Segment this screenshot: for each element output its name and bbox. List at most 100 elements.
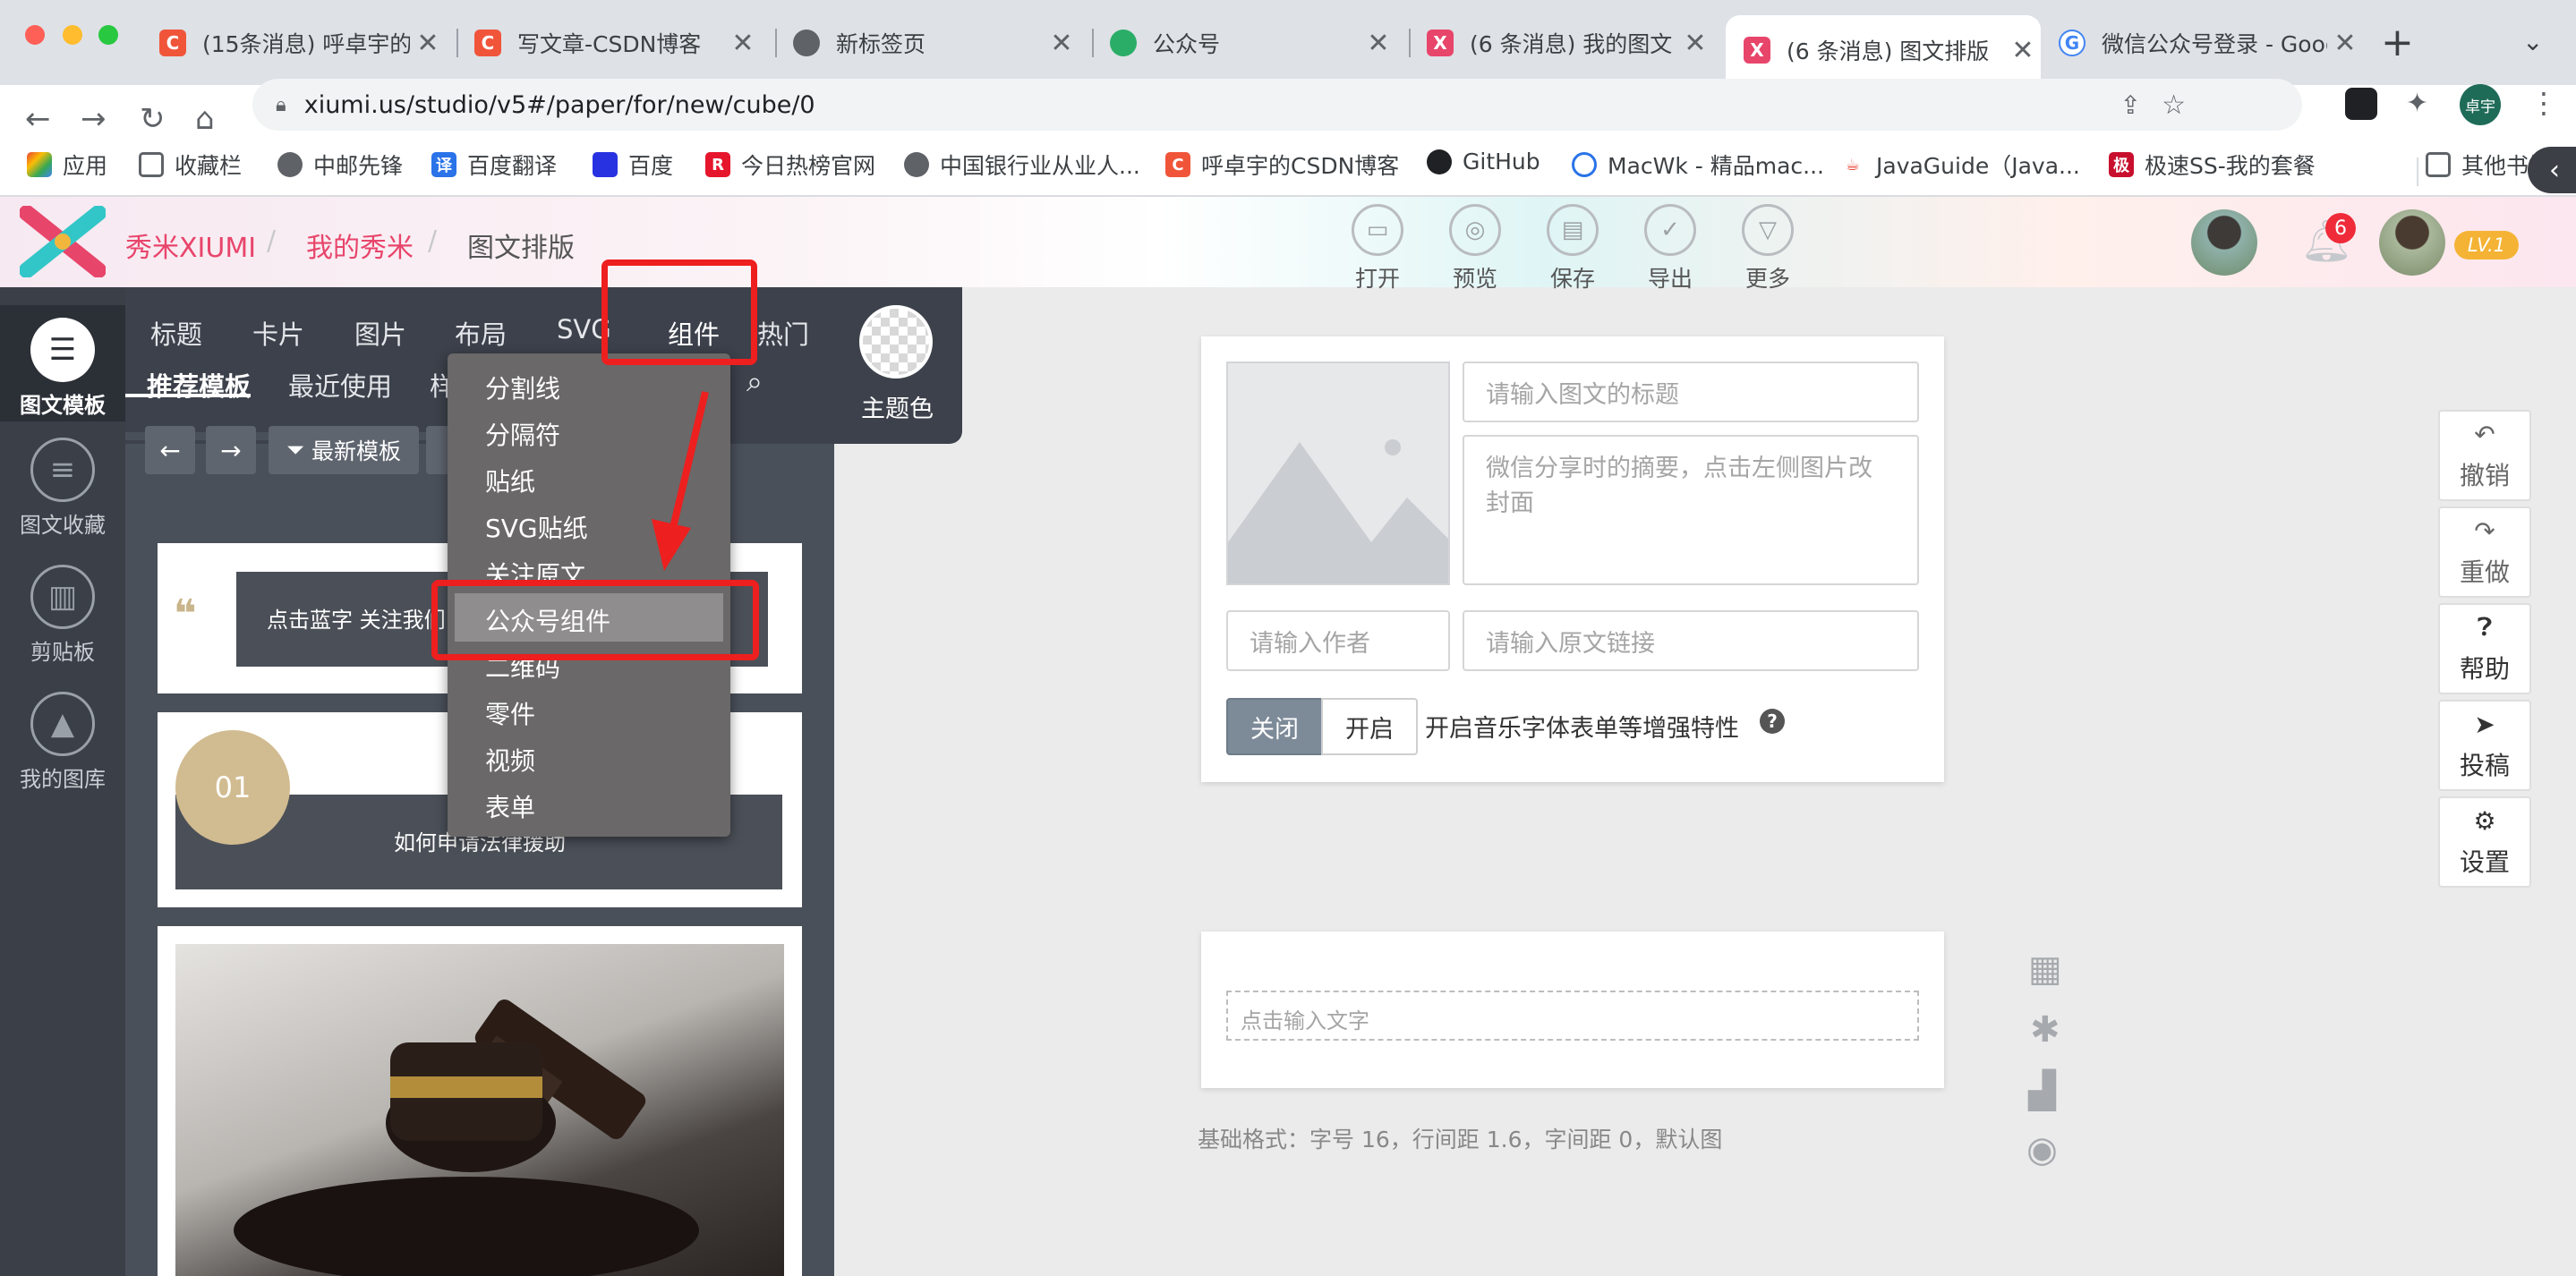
close-tab-icon[interactable]: ✕ bbox=[1044, 28, 1079, 59]
next-arrow-icon[interactable]: → bbox=[206, 426, 256, 474]
bookmark-star-icon[interactable]: ☆ bbox=[2162, 89, 2186, 121]
bookmark-item[interactable]: C 呼卓宇的CSDN博客 bbox=[1165, 149, 1399, 181]
browser-tab-active[interactable]: X (6 条消息) 图文排版 ✕ bbox=[1726, 15, 2041, 85]
text-input-area[interactable]: 点击输入文字 bbox=[1226, 991, 1919, 1041]
search-icon[interactable]: ⌕ bbox=[746, 364, 763, 399]
bookmark-item[interactable]: 译百度翻译 bbox=[431, 149, 557, 181]
home-icon[interactable]: ⌂ bbox=[195, 101, 215, 137]
profile-avatar[interactable]: 卓宇 bbox=[2460, 84, 2501, 125]
bookmark-item[interactable]: 收藏栏 bbox=[139, 149, 242, 181]
close-tab-icon[interactable]: ✕ bbox=[1361, 28, 1396, 59]
profile-avatar[interactable] bbox=[2379, 209, 2445, 276]
tab-title[interactable]: 标题 bbox=[150, 314, 202, 352]
bookmark-item[interactable]: 中邮先锋 bbox=[277, 149, 403, 181]
bookmark-item[interactable]: 中国银行业从业人... bbox=[904, 149, 1140, 181]
tab-image[interactable]: 图片 bbox=[354, 314, 406, 352]
tab-search-chevron-icon[interactable]: ⌄ bbox=[2522, 27, 2543, 56]
maximize-window-button[interactable] bbox=[98, 25, 118, 45]
user-avatar[interactable] bbox=[2191, 209, 2257, 276]
rail-gallery[interactable]: ▲ 我的图库 bbox=[0, 685, 125, 793]
rail-templates[interactable]: ☰ 图文模板 bbox=[0, 305, 125, 421]
browser-tab[interactable]: 新标签页 ✕ bbox=[793, 15, 1079, 71]
menu-item-divider[interactable]: 分割线 bbox=[485, 370, 560, 405]
tab-card[interactable]: 卡片 bbox=[252, 314, 304, 352]
rail-favorites[interactable]: ≡ 图文收藏 bbox=[0, 430, 125, 539]
menu-item-separator[interactable]: 分隔符 bbox=[485, 416, 560, 452]
cover-image-placeholder[interactable] bbox=[1226, 362, 1450, 585]
bar-chart-icon[interactable]: ▟ bbox=[2028, 1070, 2056, 1111]
redo-button[interactable]: ↷ 重做 bbox=[2438, 506, 2531, 598]
reload-icon[interactable]: ↻ bbox=[140, 101, 166, 137]
close-tab-icon[interactable]: ✕ bbox=[1677, 28, 1713, 59]
grid-icon[interactable]: ▦ bbox=[2028, 948, 2062, 990]
prev-arrow-icon[interactable]: ← bbox=[145, 426, 195, 474]
browser-tab[interactable]: C 写文章-CSDN博客 ✕ bbox=[474, 15, 761, 71]
menu-item-video[interactable]: 视频 bbox=[485, 742, 535, 778]
rail-clipboard[interactable]: ▥ 剪贴板 bbox=[0, 557, 125, 666]
browser-tab[interactable]: 公众号 ✕ bbox=[1110, 15, 1396, 71]
rebang-icon: R bbox=[705, 152, 730, 177]
open-button[interactable]: ▭ 打开 bbox=[1342, 204, 1413, 293]
browser-tab[interactable]: G 微信公众号登录 - Google ✕ bbox=[2059, 15, 2363, 71]
eye-icon[interactable]: ◉ bbox=[2026, 1129, 2058, 1170]
export-button[interactable]: ✓ 导出 bbox=[1634, 204, 1706, 293]
toggle-off-button[interactable]: 关闭 bbox=[1226, 698, 1323, 755]
help-question-icon[interactable]: ? bbox=[1760, 709, 1785, 734]
bookmark-item[interactable]: ☕︎ JavaGuide（Java... bbox=[1840, 149, 2080, 181]
undo-button[interactable]: ↶ 撤销 bbox=[2438, 410, 2531, 501]
csdn-icon: C bbox=[159, 30, 186, 56]
menu-item-form[interactable]: 表单 bbox=[485, 788, 535, 824]
bookmark-item[interactable]: R 今日热榜官网 bbox=[705, 149, 875, 181]
summary-input[interactable]: 微信分享时的摘要，点击左侧图片改封面 bbox=[1463, 435, 1919, 585]
extension-icon[interactable] bbox=[2345, 88, 2377, 120]
tab-layout[interactable]: 布局 bbox=[455, 314, 507, 352]
close-window-button[interactable] bbox=[25, 25, 45, 45]
crumb-my-xiumi[interactable]: 我的秀米 bbox=[306, 225, 414, 265]
author-input[interactable]: 请输入作者 bbox=[1226, 610, 1450, 671]
bookmark-item[interactable]: 应用 bbox=[27, 149, 107, 181]
theme-color-swatch[interactable] bbox=[859, 305, 933, 379]
bookmark-item[interactable]: 百度 bbox=[593, 149, 673, 181]
asterisk-icon[interactable]: ✱ bbox=[2030, 1009, 2060, 1051]
latest-templates-filter[interactable]: ⏷ 最新模板 bbox=[269, 426, 419, 474]
address-bar[interactable]: 🔒︎ xiumi.us/studio/v5#/paper/for/new/cub… bbox=[252, 79, 2302, 131]
brand-link[interactable]: 秀米XIUMI bbox=[125, 225, 256, 265]
new-tab-button[interactable]: + bbox=[2381, 20, 2414, 65]
collapse-chevron-icon[interactable]: ‹ bbox=[2528, 147, 2576, 193]
minimize-window-button[interactable] bbox=[63, 25, 82, 45]
close-tab-icon[interactable]: ✕ bbox=[2005, 35, 2041, 66]
menu-item-svg-sticker[interactable]: SVG贴纸 bbox=[485, 509, 588, 545]
gavel-image bbox=[175, 944, 784, 1276]
settings-button[interactable]: ⚙ 设置 bbox=[2438, 796, 2531, 888]
menu-item-sticker[interactable]: 贴纸 bbox=[485, 463, 535, 498]
back-arrow-icon[interactable]: ← bbox=[25, 101, 51, 137]
subtab-recent[interactable]: 最近使用 bbox=[288, 366, 392, 404]
app-header: 秀米XIUMI / 我的秀米 / 图文排版 ▭ 打开 ◎ 预览 ▤ 保存 ✓ 导出 ▽ 更… bbox=[0, 197, 2576, 292]
share-icon[interactable]: ⇪ bbox=[2120, 90, 2141, 120]
close-tab-icon[interactable]: ✕ bbox=[2327, 28, 2363, 59]
browser-menu-icon[interactable]: ⋮ bbox=[2529, 86, 2558, 120]
menu-item-parts[interactable]: 零件 bbox=[485, 695, 535, 731]
bookmark-item[interactable]: GitHub bbox=[1427, 149, 1540, 174]
preview-button[interactable]: ◎ 预览 bbox=[1439, 204, 1511, 293]
subtab-recommended[interactable]: 推荐模板 bbox=[147, 366, 251, 404]
toggle-on-button[interactable]: 开启 bbox=[1321, 698, 1418, 755]
close-tab-icon[interactable]: ✕ bbox=[725, 28, 761, 59]
folder-icon: ▭ bbox=[1352, 204, 1403, 256]
browser-tab[interactable]: C (15条消息) 呼卓宇的博客 ✕ bbox=[159, 15, 446, 71]
favorites-icon: ≡ bbox=[30, 438, 95, 502]
bookmark-item[interactable]: 极极速SS-我的套餐 bbox=[2109, 149, 2316, 181]
more-button[interactable]: ▽ 更多 bbox=[1732, 204, 1804, 293]
save-button[interactable]: ▤ 保存 bbox=[1537, 204, 1608, 293]
help-button[interactable]: ❓︎ 帮助 bbox=[2438, 603, 2531, 694]
forward-arrow-icon[interactable]: → bbox=[81, 101, 107, 137]
browser-tab[interactable]: X (6 条消息) 我的图文 ✕ bbox=[1427, 15, 1713, 71]
extensions-puzzle-icon[interactable]: ✦ bbox=[2406, 88, 2428, 119]
title-input[interactable]: 请输入图文的标题 bbox=[1463, 362, 1919, 422]
close-tab-icon[interactable]: ✕ bbox=[410, 28, 446, 59]
bookmark-item[interactable]: MacWk - 精品mac... bbox=[1572, 149, 1824, 181]
submit-button[interactable]: ➤ 投稿 bbox=[2438, 700, 2531, 791]
template-card[interactable] bbox=[158, 926, 802, 1276]
tab-hot[interactable]: 热门 bbox=[757, 314, 809, 352]
source-link-input[interactable]: 请输入原文链接 bbox=[1463, 610, 1919, 671]
